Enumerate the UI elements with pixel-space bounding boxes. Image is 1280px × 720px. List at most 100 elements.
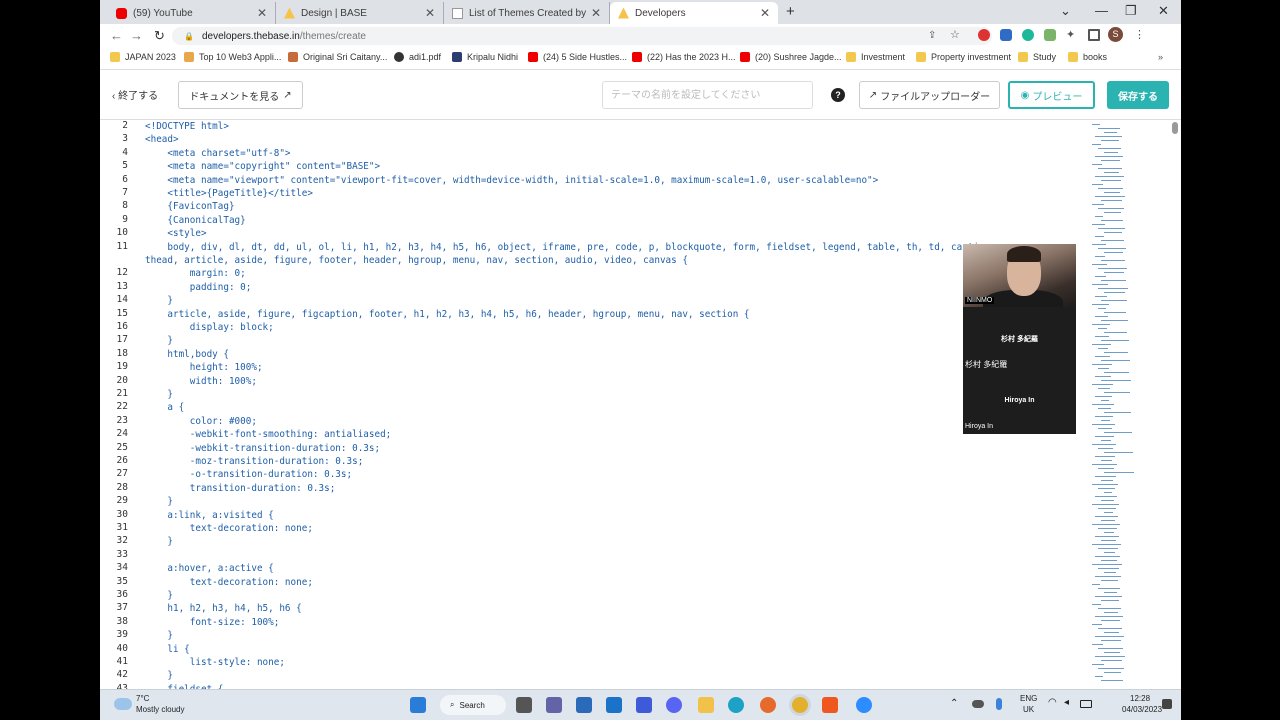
code-line[interactable]: margin: 0; bbox=[145, 267, 246, 280]
battery-icon[interactable] bbox=[1080, 700, 1092, 708]
code-line[interactable]: } bbox=[145, 669, 173, 682]
notification-icon[interactable] bbox=[1162, 699, 1172, 709]
weather-icon[interactable] bbox=[114, 698, 132, 710]
code-line[interactable]: <style> bbox=[145, 227, 206, 240]
code-line[interactable]: color: #000; bbox=[145, 415, 257, 428]
discord-icon[interactable] bbox=[666, 697, 682, 713]
code-line[interactable]: h1, h2, h3, h4, h5, h6 { bbox=[145, 602, 301, 615]
code-line[interactable]: width: 100%; bbox=[145, 375, 257, 388]
extension-grammarly-icon[interactable] bbox=[1022, 29, 1034, 41]
extension-red-icon[interactable] bbox=[978, 29, 990, 41]
menu-icon[interactable]: ⋮ bbox=[1134, 28, 1146, 41]
bookmark-item[interactable]: (20) Sushree Jagde... bbox=[740, 52, 842, 62]
code-line[interactable]: } bbox=[145, 334, 173, 347]
back-icon[interactable]: ← bbox=[110, 28, 123, 43]
teams-icon[interactable] bbox=[546, 697, 562, 713]
code-line[interactable]: a:link, a:visited { bbox=[145, 509, 273, 522]
extension-green-icon[interactable] bbox=[1044, 29, 1056, 41]
chrome-icon[interactable] bbox=[792, 697, 808, 713]
clock-date[interactable]: 04/03/2023 bbox=[1122, 705, 1162, 714]
code-line[interactable]: } bbox=[145, 294, 173, 307]
restore-button[interactable]: ❐ bbox=[1125, 3, 1137, 19]
tab-search-icon[interactable]: ⌄ bbox=[1060, 3, 1071, 19]
bookmark-item[interactable]: Investment bbox=[846, 52, 905, 62]
docs-button[interactable]: ドキュメントを見る ↗ bbox=[178, 81, 303, 109]
file-uploader-button[interactable]: ↗ ファイルアップローダー bbox=[859, 81, 1000, 109]
wifi-icon[interactable]: ◠ bbox=[1048, 697, 1057, 708]
language[interactable]: ENG bbox=[1020, 694, 1037, 703]
extensions-puzzle-icon[interactable]: ✦ bbox=[1066, 28, 1078, 41]
side-panel-icon[interactable] bbox=[1088, 29, 1100, 41]
tab-list-themes[interactable]: List of Themes Created by HTML ✕ bbox=[444, 2, 610, 24]
bookmark-item[interactable]: Study bbox=[1018, 52, 1056, 62]
exit-button[interactable]: ‹ 終了する bbox=[112, 87, 158, 102]
bookmark-item[interactable]: JAPAN 2023 bbox=[110, 52, 176, 62]
windows-start-icon[interactable] bbox=[410, 697, 426, 713]
forward-icon[interactable]: → bbox=[130, 28, 143, 43]
code-line[interactable]: <meta name="copyright" content="BASE"> bbox=[145, 160, 380, 173]
clock-time[interactable]: 12:28 bbox=[1130, 694, 1150, 703]
code-line[interactable]: li { bbox=[145, 643, 189, 656]
bookmark-item[interactable]: (22) Has the 2023 H... bbox=[632, 52, 736, 62]
code-line[interactable]: <title>{PageTitle}</title> bbox=[145, 187, 313, 200]
bookmark-star-icon[interactable]: ☆ bbox=[950, 28, 962, 41]
code-line[interactable]: <!DOCTYPE html> bbox=[145, 120, 229, 133]
code-line[interactable]: } bbox=[145, 388, 173, 401]
bookmark-item[interactable]: Kripalu Nidhi bbox=[452, 52, 518, 62]
code-line[interactable]: <head> bbox=[145, 133, 179, 146]
bookmark-item[interactable]: books bbox=[1068, 52, 1107, 62]
tab-developers[interactable]: Developers ✕ bbox=[610, 2, 778, 24]
zoom-icon[interactable] bbox=[856, 697, 872, 713]
extension-grid-icon[interactable] bbox=[1000, 29, 1012, 41]
code-line[interactable]: <meta name="viewport" content="viewport-… bbox=[145, 174, 878, 187]
code-line[interactable]: transition-duration: 0.3s; bbox=[145, 482, 336, 495]
tab-design-base[interactable]: Design | BASE ✕ bbox=[276, 2, 444, 24]
bookmark-item[interactable]: Top 10 Web3 Appli... bbox=[184, 52, 281, 62]
code-line[interactable]: display: block; bbox=[145, 321, 274, 334]
onedrive-icon[interactable] bbox=[972, 700, 984, 708]
bookmark-item[interactable]: Property investment bbox=[916, 52, 1011, 62]
profile-avatar[interactable]: S bbox=[1108, 27, 1123, 42]
share-icon[interactable]: ⇪ bbox=[928, 30, 940, 42]
brave-icon[interactable] bbox=[822, 697, 838, 713]
save-button[interactable]: 保存する bbox=[1107, 81, 1169, 109]
code-line[interactable]: -o-transition-duration: 0.3s; bbox=[145, 468, 352, 481]
code-area[interactable]: <!DOCTYPE html> <head> <meta charset="utf… bbox=[145, 120, 996, 689]
code-line[interactable]: padding: 0; bbox=[145, 281, 252, 294]
task-view-icon[interactable] bbox=[516, 697, 532, 713]
store-icon[interactable] bbox=[576, 697, 592, 713]
code-line[interactable]: <meta charset="utf-8"> bbox=[145, 147, 290, 160]
code-line[interactable]: article, aside, figure, figcaption, foot… bbox=[145, 308, 749, 321]
preview-button[interactable]: ◉ プレビュー bbox=[1008, 81, 1095, 109]
theme-name-input[interactable] bbox=[602, 81, 813, 109]
url-field[interactable]: 🔒 developers.thebase.in/themes/create bbox=[172, 27, 992, 45]
volume-icon[interactable]: ◂ bbox=[1064, 697, 1069, 708]
code-line[interactable]: font-size: 100%; bbox=[145, 616, 280, 629]
close-icon[interactable]: ✕ bbox=[591, 6, 601, 20]
code-line[interactable]: text-decoration: none; bbox=[145, 522, 313, 535]
close-window-button[interactable]: ✕ bbox=[1158, 3, 1169, 19]
code-line[interactable]: {FaviconTag} bbox=[145, 200, 234, 213]
scrollbar-thumb[interactable] bbox=[1172, 122, 1178, 134]
code-minimap[interactable] bbox=[1090, 120, 1181, 689]
code-line[interactable]: text-decoration: none; bbox=[145, 576, 313, 589]
code-line[interactable]: {CanonicalTag} bbox=[145, 214, 245, 227]
close-icon[interactable]: ✕ bbox=[257, 6, 267, 20]
region[interactable]: UK bbox=[1023, 705, 1034, 714]
bookmark-item[interactable]: adi1.pdf bbox=[394, 52, 441, 62]
code-line[interactable]: html,body { bbox=[145, 348, 229, 361]
media-icon[interactable] bbox=[636, 697, 652, 713]
help-icon[interactable]: ? bbox=[831, 88, 845, 102]
chevron-up-icon[interactable]: ⌃ bbox=[950, 698, 958, 709]
code-line[interactable]: } bbox=[145, 535, 173, 548]
microphone-icon[interactable] bbox=[996, 698, 1002, 710]
code-line[interactable]: height: 100%; bbox=[145, 361, 263, 374]
code-line[interactable]: } bbox=[145, 589, 173, 602]
edge-icon[interactable] bbox=[728, 697, 744, 713]
code-line[interactable]: -moz-transition-duration: 0.3s; bbox=[145, 455, 364, 468]
minimize-button[interactable]: — bbox=[1095, 3, 1108, 18]
bookmark-item[interactable]: (24) 5 Side Hustles... bbox=[528, 52, 627, 62]
bookmark-item[interactable]: Original Sri Caitany... bbox=[288, 52, 387, 62]
code-line[interactable]: a:hover, a:active { bbox=[145, 562, 273, 575]
new-tab-button[interactable]: + bbox=[786, 3, 795, 20]
